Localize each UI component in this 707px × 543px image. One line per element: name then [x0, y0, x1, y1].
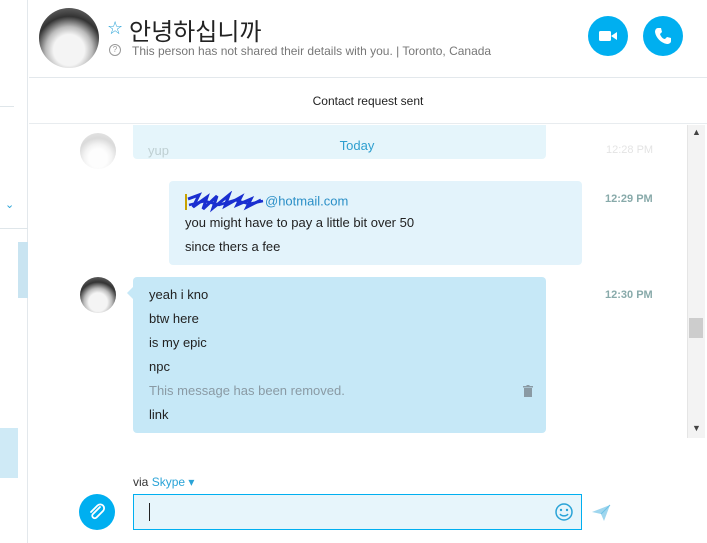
scrollbar-thumb[interactable]	[689, 318, 703, 338]
skype-window: ⌄ ☆ 안녕하십니까 ? This person has not shared …	[0, 0, 707, 543]
info-icon: ?	[109, 44, 121, 56]
message-text: npc	[149, 359, 170, 374]
video-call-button[interactable]	[588, 16, 628, 56]
sidebar-scrollbar[interactable]	[18, 242, 28, 298]
message-text: yeah i kno	[149, 287, 209, 302]
outgoing-message-bubble[interactable]: @hotmail.com you might have to pay a lit…	[169, 181, 582, 265]
removed-message-text: This message has been removed.	[149, 383, 345, 398]
phone-icon	[655, 28, 671, 44]
via-service[interactable]: Skype	[152, 475, 185, 489]
audio-call-button[interactable]	[643, 16, 683, 56]
message-list: yup 12:28 PM Today @hotmail.com you migh…	[29, 125, 687, 438]
emoticon-icon[interactable]	[554, 502, 574, 522]
incoming-message-bubble[interactable]: yeah i kno btw here is my epic npc This …	[127, 277, 546, 433]
via-label: via	[133, 475, 149, 489]
contact-request-status: Contact request sent	[29, 79, 707, 124]
trash-icon	[523, 385, 533, 397]
contact-name[interactable]: 안녕하십니까	[129, 12, 261, 47]
conversation-header: ☆ 안녕하십니까 ? This person has not shared th…	[29, 0, 707, 78]
message-text: you might have to pay a little bit over …	[185, 215, 415, 230]
message-text: link	[149, 407, 169, 422]
chat-scrollbar[interactable]: ▲ ▼	[687, 125, 705, 438]
sidebar-edge: ⌄	[0, 0, 28, 543]
sidebar-selected-item[interactable]	[0, 428, 18, 478]
attach-button[interactable]	[79, 494, 115, 530]
contact-avatar[interactable]	[39, 8, 99, 68]
email-link[interactable]: @hotmail.com	[185, 191, 348, 213]
email-suffix: @hotmail.com	[265, 193, 349, 209]
message-text: since thers a fee	[185, 239, 281, 254]
message-input[interactable]	[134, 495, 544, 529]
scroll-down-icon[interactable]: ▼	[692, 423, 701, 433]
date-divider: Today	[339, 138, 375, 153]
divider	[0, 228, 28, 229]
divider	[0, 106, 14, 107]
message-text: is my epic	[149, 335, 207, 350]
contact-avatar-small[interactable]	[80, 277, 116, 313]
message-input-container[interactable]	[133, 494, 582, 530]
send-via-selector[interactable]: via Skype ▾	[133, 475, 194, 489]
redaction-scribble	[185, 191, 264, 213]
scroll-up-icon[interactable]: ▲	[692, 127, 701, 137]
text-cursor	[149, 503, 150, 521]
paperclip-icon	[90, 503, 106, 520]
chevron-down-icon[interactable]: ▾	[188, 475, 194, 489]
message-text: btw here	[149, 311, 199, 326]
send-icon[interactable]	[591, 504, 611, 522]
favorite-star-icon[interactable]: ☆	[107, 18, 123, 39]
message-timestamp: 12:29 PM	[605, 193, 653, 205]
video-camera-icon	[599, 31, 617, 41]
contact-details-text: This person has not shared their details…	[132, 44, 492, 58]
message-timestamp: 12:30 PM	[605, 289, 653, 301]
chevron-down-icon[interactable]: ⌄	[5, 198, 14, 211]
